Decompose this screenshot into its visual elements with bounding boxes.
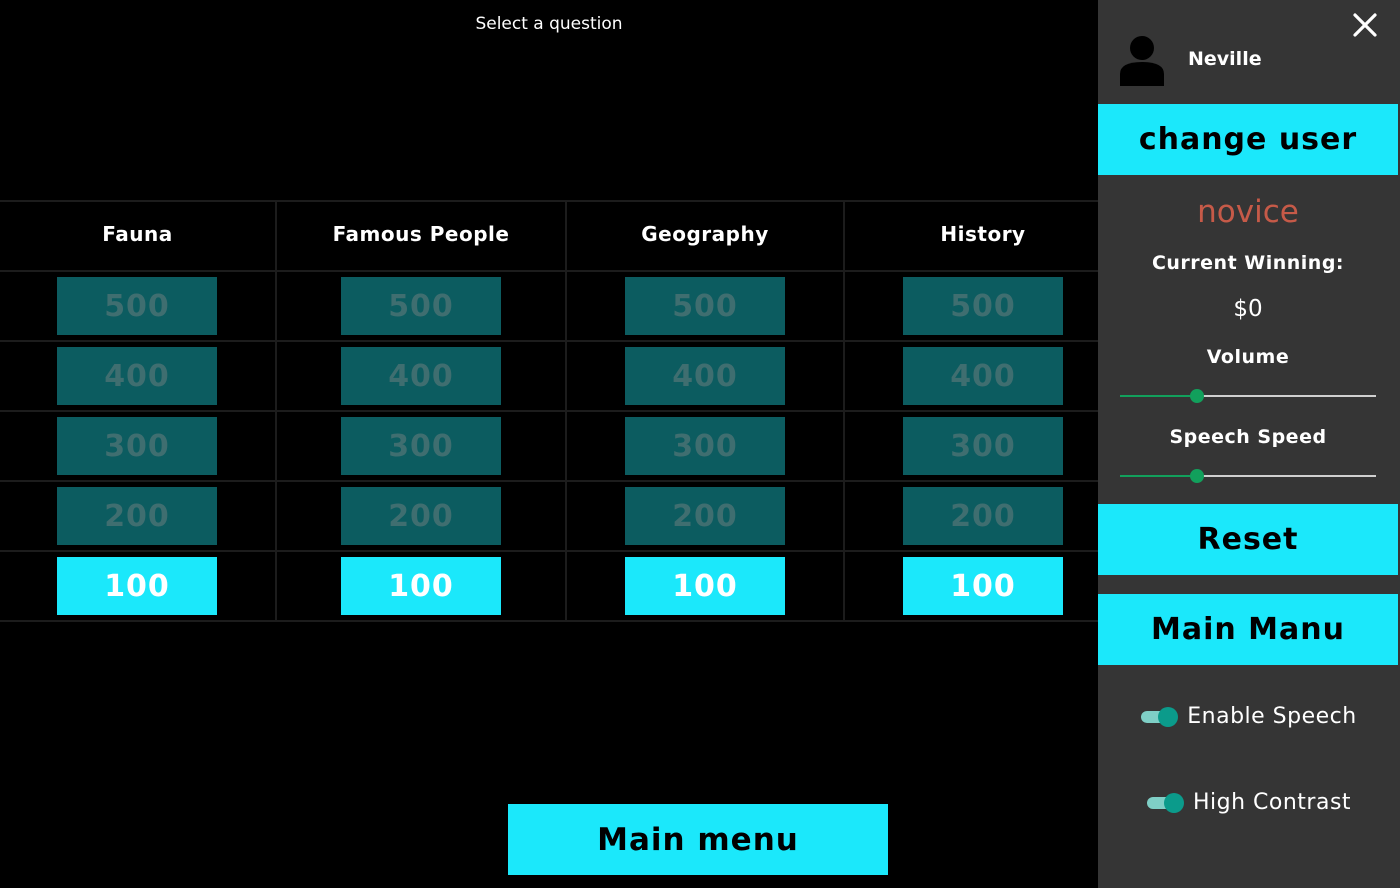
- tile-geography-100[interactable]: 100: [625, 557, 785, 615]
- reset-button[interactable]: Reset: [1098, 504, 1398, 575]
- tile-famous-people-200[interactable]: 200: [341, 487, 501, 545]
- tile-geography-500[interactable]: 500: [625, 277, 785, 335]
- winnings-value: $0: [1233, 296, 1263, 322]
- tile-famous-people-400[interactable]: 400: [341, 347, 501, 405]
- slider-fill: [1120, 475, 1197, 477]
- speech-speed-label: Speech Speed: [1169, 426, 1327, 448]
- high-contrast-row: High Contrast: [1098, 790, 1398, 815]
- slider-thumb[interactable]: [1189, 469, 1204, 483]
- username: Neville: [1188, 48, 1262, 70]
- grid-line: [0, 200, 1098, 202]
- toggle-knob: [1158, 706, 1179, 727]
- tile-fauna-300[interactable]: 300: [57, 417, 217, 475]
- skill-level: novice: [1197, 194, 1299, 230]
- category-title-fauna: Fauna: [102, 222, 173, 246]
- category-title-famous-people: Famous People: [332, 222, 510, 246]
- tile-fauna-200[interactable]: 200: [57, 487, 217, 545]
- high-contrast-label: High Contrast: [1192, 790, 1352, 815]
- slider-thumb[interactable]: [1189, 389, 1204, 403]
- tile-fauna-100[interactable]: 100: [57, 557, 217, 615]
- tile-geography-200[interactable]: 200: [625, 487, 785, 545]
- tile-famous-people-300[interactable]: 300: [341, 417, 501, 475]
- page-prompt: Select a question: [475, 14, 623, 34]
- tile-history-200[interactable]: 200: [903, 487, 1063, 545]
- high-contrast-toggle[interactable]: [1145, 792, 1184, 813]
- grid-line: [0, 270, 1098, 272]
- volume-slider[interactable]: [1120, 388, 1376, 404]
- main-menu-button[interactable]: Main menu: [508, 804, 888, 875]
- winnings-label: Current Winning:: [1151, 252, 1345, 274]
- grid-line: [275, 200, 277, 622]
- tile-famous-people-100[interactable]: 100: [341, 557, 501, 615]
- tile-famous-people-500[interactable]: 500: [341, 277, 501, 335]
- grid-line: [0, 550, 1098, 552]
- category-title-history: History: [940, 222, 1026, 246]
- tile-history-100[interactable]: 100: [903, 557, 1063, 615]
- tile-history-400[interactable]: 400: [903, 347, 1063, 405]
- speech-speed-slider[interactable]: [1120, 468, 1376, 484]
- grid-line: [0, 340, 1098, 342]
- toggle-knob: [1163, 792, 1184, 813]
- tile-fauna-500[interactable]: 500: [57, 277, 217, 335]
- slider-fill: [1120, 395, 1197, 397]
- tile-history-500[interactable]: 500: [903, 277, 1063, 335]
- volume-label: Volume: [1206, 346, 1290, 368]
- change-user-button[interactable]: change user: [1098, 104, 1398, 175]
- tile-history-300[interactable]: 300: [903, 417, 1063, 475]
- close-icon[interactable]: [1352, 12, 1378, 38]
- tile-geography-400[interactable]: 400: [625, 347, 785, 405]
- category-title-geography: Geography: [641, 222, 769, 246]
- grid-line: [0, 410, 1098, 412]
- enable-speech-row: Enable Speech: [1098, 704, 1398, 729]
- tile-fauna-400[interactable]: 400: [57, 347, 217, 405]
- main-manu-button[interactable]: Main Manu: [1098, 594, 1398, 665]
- enable-speech-toggle[interactable]: [1139, 706, 1179, 727]
- tile-geography-300[interactable]: 300: [625, 417, 785, 475]
- question-board: Fauna 500 400 300 200 100 Famous People …: [0, 200, 1098, 622]
- grid-line: [0, 480, 1098, 482]
- grid-line: [843, 200, 845, 622]
- settings-sidebar: Neville change user novice Current Winni…: [1098, 0, 1400, 888]
- user-avatar-icon: [1118, 34, 1166, 86]
- grid-line: [565, 200, 567, 622]
- grid-line: [0, 620, 1098, 622]
- enable-speech-label: Enable Speech: [1187, 704, 1357, 729]
